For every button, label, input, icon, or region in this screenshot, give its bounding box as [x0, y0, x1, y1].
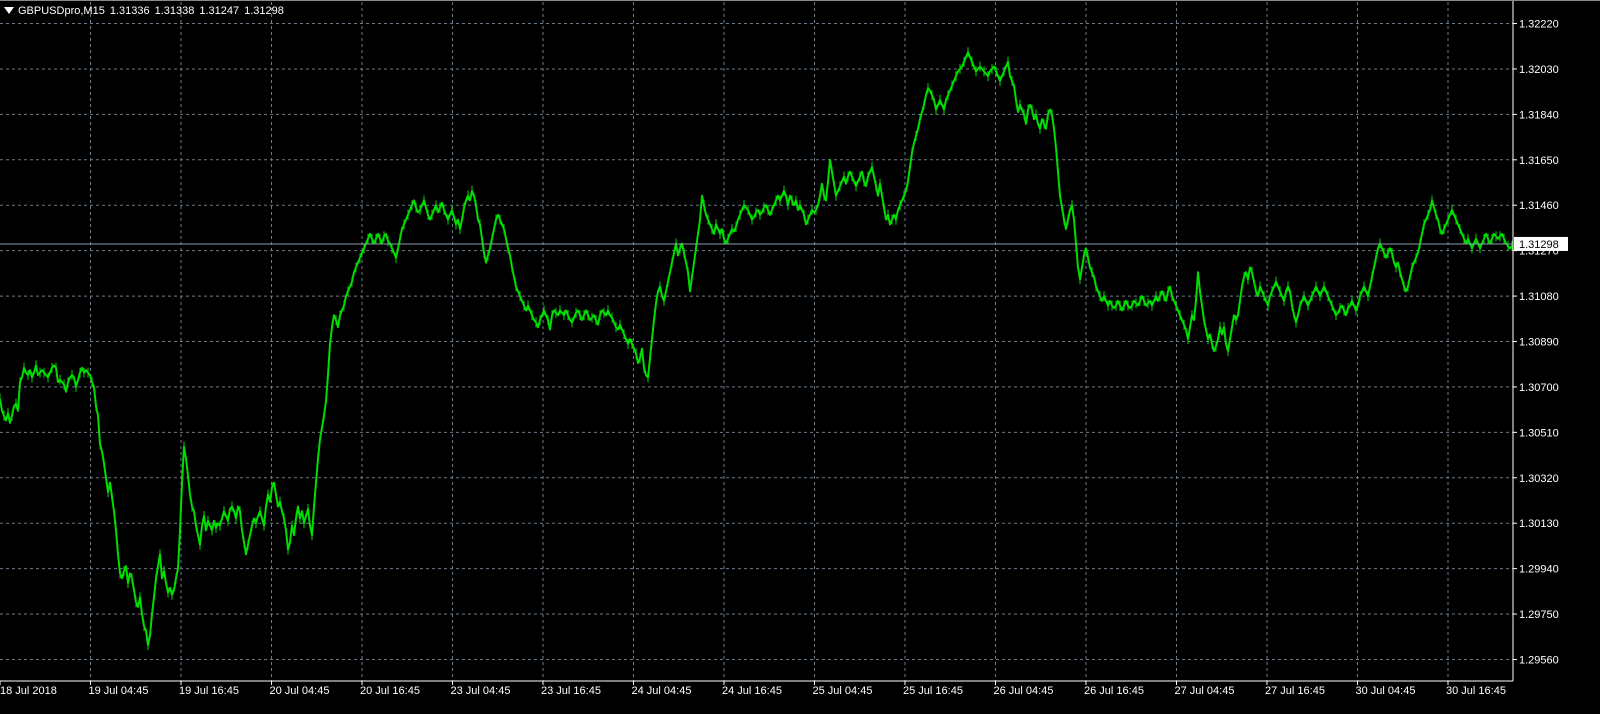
price-series-line	[0, 51, 1513, 647]
y-tick-label: 1.29940	[1519, 564, 1559, 576]
x-tick-label: 27 Jul 16:45	[1265, 685, 1325, 697]
x-tick-label: 30 Jul 04:45	[1356, 685, 1416, 697]
y-tick-label: 1.30510	[1519, 427, 1559, 439]
open-value: 1.31336	[109, 5, 150, 17]
y-tick-label: 1.30320	[1519, 473, 1559, 485]
y-tick-label: 1.30890	[1519, 337, 1559, 349]
y-tick-label: 1.31460	[1519, 200, 1559, 212]
chart-window[interactable]: 18 Jul 2018 19 Jul 04:45 19 Jul 16:45 20 Ju…	[0, 0, 1600, 714]
triangle-down-icon[interactable]	[4, 6, 14, 14]
x-tick-label: 19 Jul 04:45	[89, 685, 149, 697]
high-value: 1.31338	[154, 5, 195, 17]
price-chart[interactable]: 18 Jul 2018 19 Jul 04:45 19 Jul 16:45 20 Ju…	[0, 0, 1600, 714]
x-tick-label: 18 Jul 2018	[0, 685, 57, 697]
x-tick-label: 26 Jul 04:45	[994, 685, 1054, 697]
x-tick-label: 19 Jul 16:45	[179, 685, 239, 697]
y-tick-label: 1.30130	[1519, 518, 1559, 530]
close-value: 1.31298	[244, 5, 284, 17]
x-tick-label: 30 Jul 16:45	[1446, 685, 1506, 697]
y-tick-label: 1.29560	[1519, 654, 1559, 666]
chart-header: GBPUSDpro,M15 1.31336 1.31338 1.31247 1.3129…	[4, 5, 289, 17]
x-tick-label: 24 Jul 16:45	[722, 685, 782, 697]
x-tick-label: 27 Jul 04:45	[1175, 685, 1235, 697]
x-tick-label: 25 Jul 16:45	[903, 685, 963, 697]
y-tick-label: 1.30700	[1519, 382, 1559, 394]
y-tick-label: 1.32030	[1519, 64, 1559, 76]
y-tick-label: 1.31650	[1519, 155, 1559, 167]
y-tick-label: 1.31840	[1519, 109, 1559, 121]
symbol-label: GBPUSDpro,M15	[18, 5, 105, 17]
y-tick-label: 1.32220	[1519, 19, 1559, 31]
x-tick-label: 23 Jul 16:45	[541, 685, 601, 697]
low-value: 1.31247	[199, 5, 240, 17]
x-tick-label: 26 Jul 16:45	[1084, 685, 1144, 697]
y-tick-label: 1.29750	[1519, 609, 1559, 621]
x-tick-label: 20 Jul 04:45	[270, 685, 330, 697]
current-price-label: 1.31298	[1519, 239, 1559, 251]
x-tick-label: 20 Jul 16:45	[360, 685, 420, 697]
x-tick-label: 24 Jul 04:45	[632, 685, 692, 697]
x-tick-label: 23 Jul 04:45	[451, 685, 511, 697]
x-tick-label: 25 Jul 04:45	[813, 685, 873, 697]
y-tick-label: 1.31080	[1519, 291, 1559, 303]
